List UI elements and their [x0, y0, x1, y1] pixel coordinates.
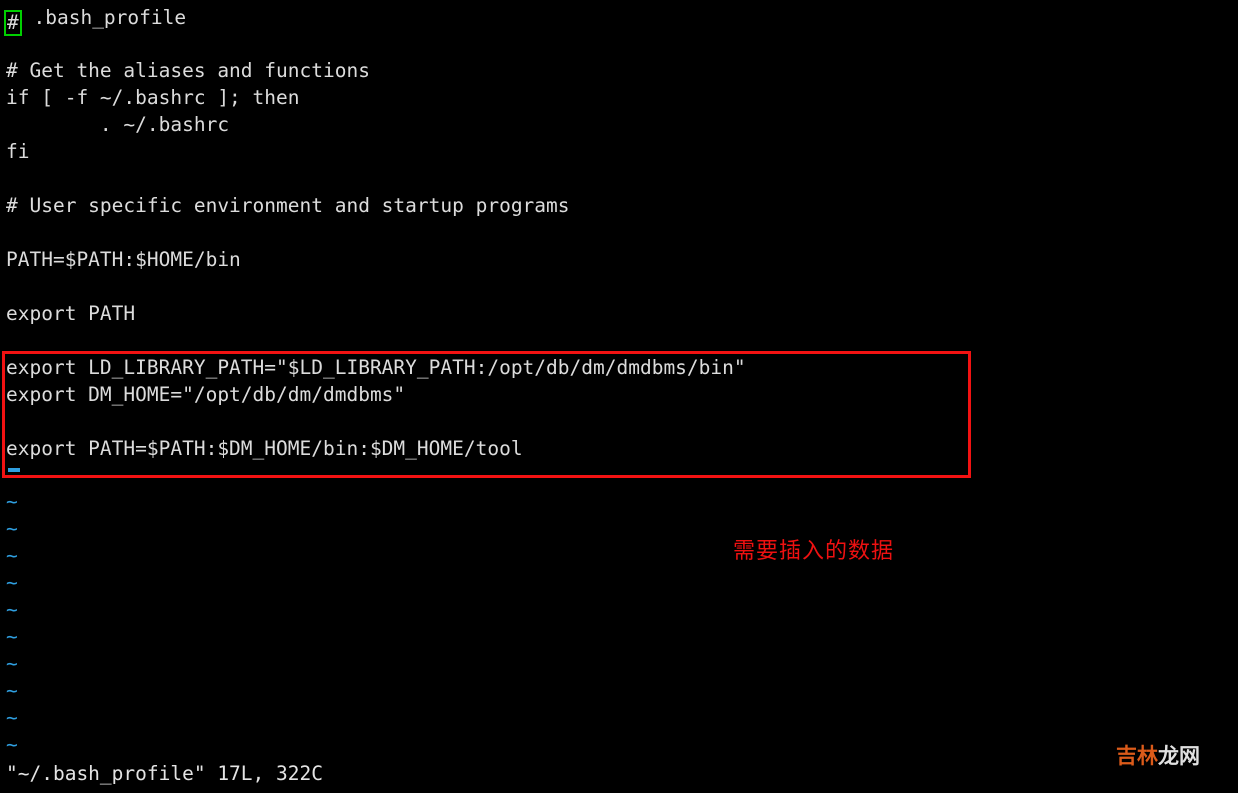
- filler-tilde: ~: [6, 517, 18, 540]
- filler-tilde: ~: [6, 625, 18, 648]
- filler-tilde: ~: [6, 733, 18, 756]
- block-cursor[interactable]: #: [4, 10, 22, 36]
- file-title-label: .bash_profile: [21, 6, 187, 29]
- code-line-2: if [ -f ~/.bashrc ]; then: [6, 86, 300, 109]
- watermark: 吉林龙网: [1116, 744, 1200, 768]
- code-line-8: PATH=$PATH:$HOME/bin: [6, 248, 241, 271]
- code-line-15: export PATH=$PATH:$DM_HOME/bin:$DM_HOME/…: [6, 437, 523, 460]
- filler-tilde: ~: [6, 706, 18, 729]
- status-line: "~/.bash_profile" 17L, 322C: [6, 762, 323, 785]
- filler-tilde: ~: [6, 652, 18, 675]
- filler-tilde: ~: [6, 544, 18, 567]
- code-line-6: # User specific environment and startup …: [6, 194, 570, 217]
- code-line-12: export LD_LIBRARY_PATH="$LD_LIBRARY_PATH…: [6, 356, 746, 379]
- code-line-4: fi: [6, 140, 30, 163]
- code-line-13: export DM_HOME="/opt/db/dm/dmdbms": [6, 383, 406, 406]
- filler-tilde: ~: [6, 571, 18, 594]
- terminal-screen: # .bash_profile # Get the aliases and fu…: [0, 0, 1238, 793]
- filler-tilde: ~: [6, 490, 18, 513]
- annotation-label: 需要插入的数据: [733, 539, 895, 564]
- editor-title-line: # .bash_profile: [4, 4, 187, 36]
- code-line-3: . ~/.bashrc: [6, 113, 230, 136]
- insert-cursor: [8, 468, 20, 472]
- code-line-10: export PATH: [6, 302, 136, 325]
- filler-tilde: ~: [6, 598, 18, 621]
- filler-tilde: ~: [6, 679, 18, 702]
- code-line-1: # Get the aliases and functions: [6, 59, 370, 82]
- watermark-part-a: 吉林: [1116, 744, 1158, 768]
- watermark-part-b: 龙网: [1158, 744, 1200, 768]
